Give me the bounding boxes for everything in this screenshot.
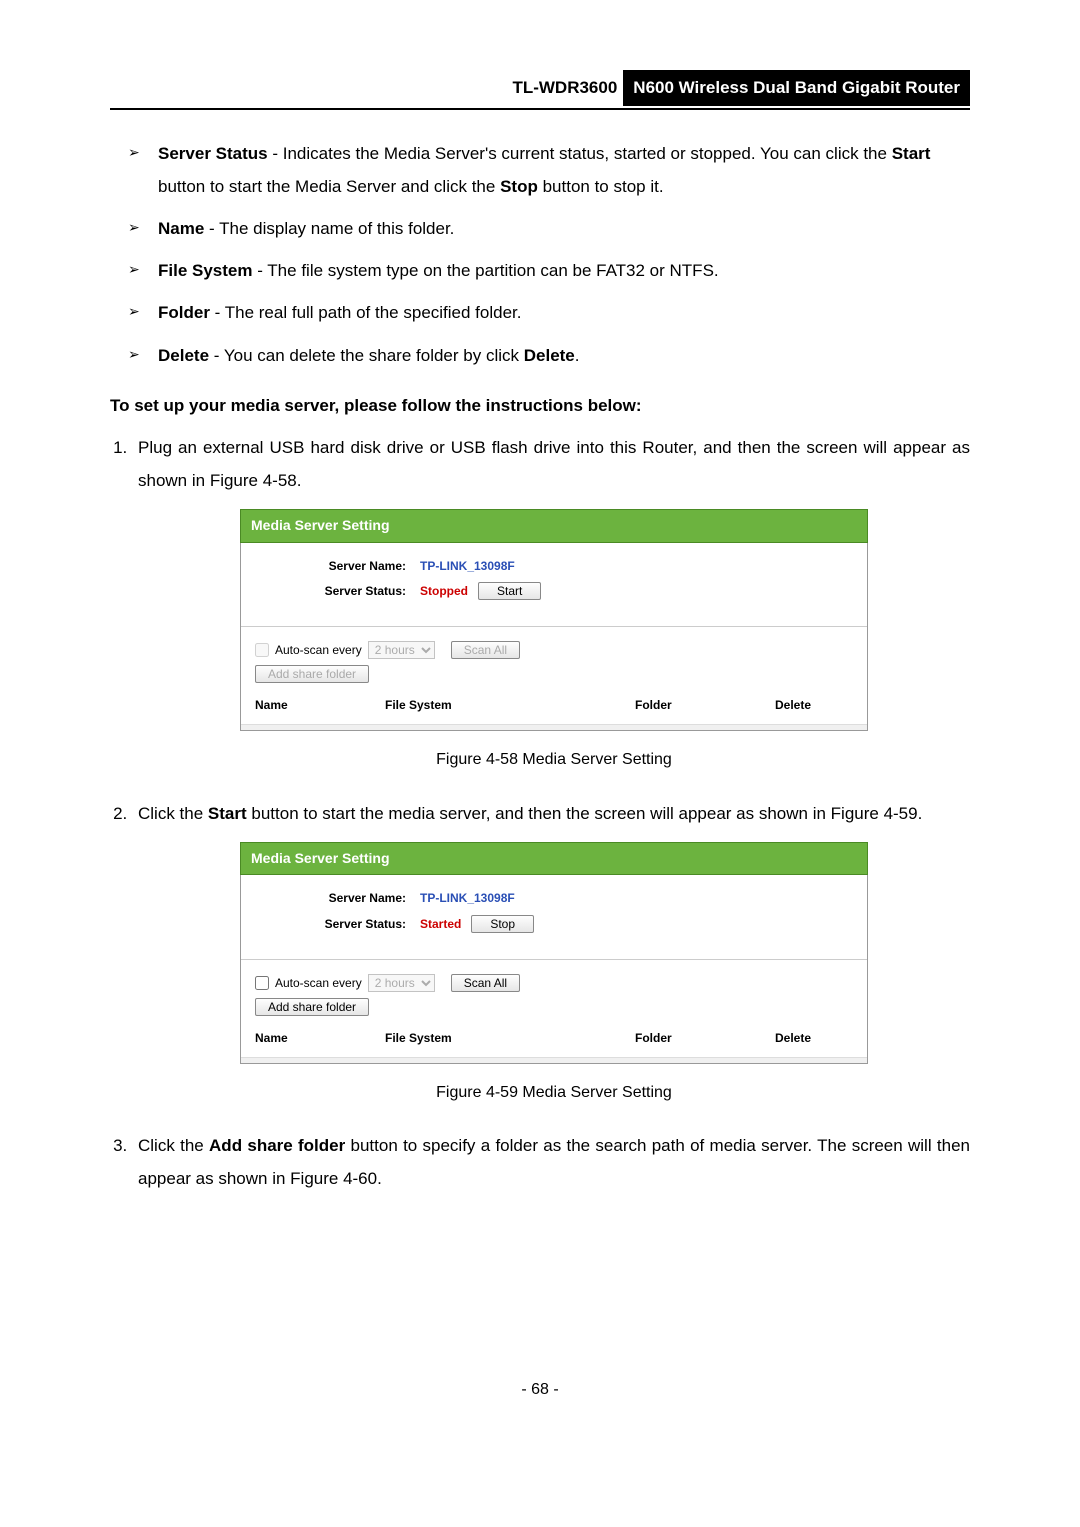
panel-body: Server Name: TP-LINK_13098F Server Statu… (241, 874, 867, 951)
start-button[interactable]: Start (478, 582, 541, 600)
auto-scan-label: Auto-scan every (275, 975, 362, 992)
setup-heading: To set up your media server, please foll… (110, 390, 970, 422)
server-status-row: Server Status: Started Stop (255, 915, 853, 933)
list-item: Name - The display name of this folder. (128, 213, 970, 245)
th-filesystem: File System (385, 1030, 635, 1047)
status-value: Started (420, 916, 461, 933)
table-header: Name File System Folder Delete (241, 1026, 867, 1057)
list-item: Delete - You can delete the share folder… (128, 340, 970, 372)
step-item: Click the Start button to start the medi… (132, 798, 970, 1109)
scan-interval-select[interactable]: 2 hours (368, 974, 435, 992)
panel-title: Media Server Setting (240, 509, 868, 543)
scan-all-button[interactable]: Scan All (451, 641, 520, 659)
model-label: TL-WDR3600 (506, 70, 623, 106)
add-folder-row: Add share folder (255, 665, 853, 683)
definition-list: Server Status - Indicates the Media Serv… (110, 138, 970, 372)
th-name: Name (255, 1030, 385, 1047)
page-number: - 68 - (110, 1375, 970, 1405)
panel-body: Server Name: TP-LINK_13098F Server Statu… (241, 542, 867, 619)
auto-scan-row: Auto-scan every 2 hours Scan All (255, 974, 853, 992)
th-name: Name (255, 697, 385, 714)
divider (241, 959, 867, 960)
panel-controls: Auto-scan every 2 hours Scan All Add sha… (241, 635, 867, 693)
server-name-row: Server Name: TP-LINK_13098F (255, 890, 853, 907)
auto-scan-row: Auto-scan every 2 hours Scan All (255, 641, 853, 659)
divider (241, 626, 867, 627)
add-folder-row: Add share folder (255, 998, 853, 1016)
th-delete: Delete (775, 1030, 853, 1047)
list-item: File System - The file system type on th… (128, 255, 970, 287)
server-name-row: Server Name: TP-LINK_13098F (255, 558, 853, 575)
status-value: Stopped (420, 583, 468, 600)
panel-footer (241, 724, 867, 730)
media-server-panel-started: Media Server Setting Server Name: TP-LIN… (240, 842, 868, 1064)
panel-controls: Auto-scan every 2 hours Scan All Add sha… (241, 968, 867, 1026)
product-badge: N600 Wireless Dual Band Gigabit Router (623, 70, 970, 106)
auto-scan-label: Auto-scan every (275, 642, 362, 659)
th-folder: Folder (635, 697, 775, 714)
scan-all-button[interactable]: Scan All (451, 974, 520, 992)
steps-list: Plug an external USB hard disk drive or … (110, 432, 970, 1195)
media-server-panel-stopped: Media Server Setting Server Name: TP-LIN… (240, 509, 868, 731)
step-item: Click the Add share folder button to spe… (132, 1130, 970, 1195)
panel-footer (241, 1057, 867, 1063)
th-folder: Folder (635, 1030, 775, 1047)
auto-scan-checkbox[interactable] (255, 643, 269, 657)
th-delete: Delete (775, 697, 853, 714)
add-share-folder-button[interactable]: Add share folder (255, 998, 369, 1016)
list-item: Server Status - Indicates the Media Serv… (128, 138, 970, 203)
list-item: Folder - The real full path of the speci… (128, 297, 970, 329)
doc-header: TL-WDR3600 N600 Wireless Dual Band Gigab… (110, 70, 970, 110)
stop-button[interactable]: Stop (471, 915, 534, 933)
add-share-folder-button[interactable]: Add share folder (255, 665, 369, 683)
figure-caption: Figure 4-58 Media Server Setting (138, 745, 970, 775)
th-filesystem: File System (385, 697, 635, 714)
table-header: Name File System Folder Delete (241, 693, 867, 724)
scan-interval-select[interactable]: 2 hours (368, 641, 435, 659)
auto-scan-checkbox[interactable] (255, 976, 269, 990)
server-status-row: Server Status: Stopped Start (255, 582, 853, 600)
figure-caption: Figure 4-59 Media Server Setting (138, 1078, 970, 1108)
step-item: Plug an external USB hard disk drive or … (132, 432, 970, 775)
panel-title: Media Server Setting (240, 842, 868, 876)
